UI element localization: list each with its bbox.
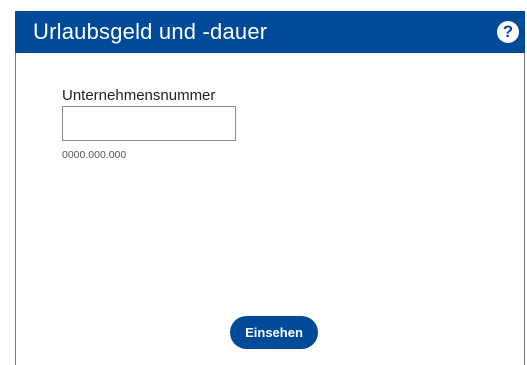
view-button[interactable]: Einsehen xyxy=(230,316,318,349)
company-number-label: Unternehmensnummer xyxy=(62,87,216,104)
dialog-title: Urlaubsgeld und -dauer xyxy=(33,19,268,44)
dialog-header: Urlaubsgeld und -dauer ? xyxy=(15,11,525,53)
help-icon[interactable]: ? xyxy=(497,21,519,43)
company-number-hint: 0000.000.000 xyxy=(62,149,127,161)
company-number-input[interactable] xyxy=(62,106,236,141)
dialog: Urlaubsgeld und -dauer ? Unternehmensnum… xyxy=(15,11,525,365)
